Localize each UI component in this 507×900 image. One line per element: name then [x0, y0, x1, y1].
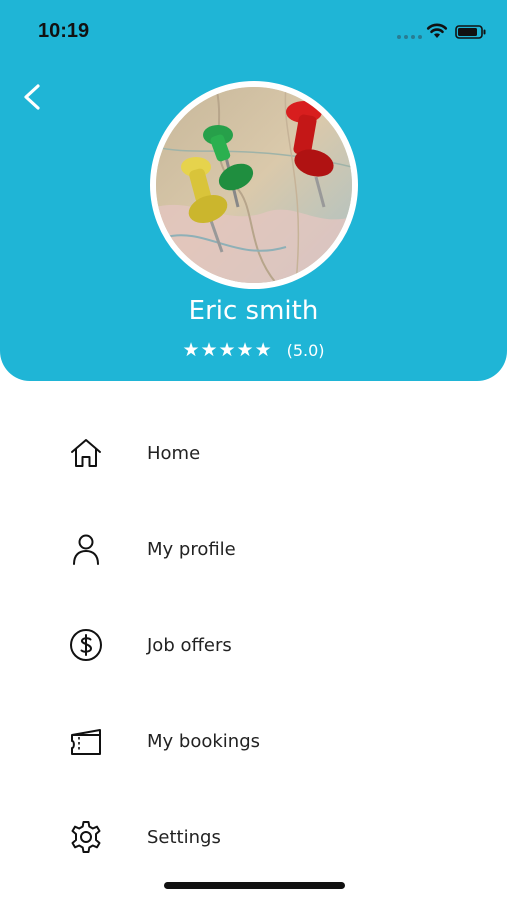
avatar-map-pins-image	[156, 87, 352, 283]
back-chevron-icon[interactable]	[18, 82, 48, 112]
menu-item-home[interactable]: Home	[0, 405, 507, 501]
home-indicator[interactable]	[164, 882, 345, 889]
rating-stars-icon: ★★★★★	[182, 339, 273, 361]
menu-item-label: My bookings	[147, 730, 260, 752]
menu-item-job-offers[interactable]: Job offers	[0, 597, 507, 693]
ticket-icon	[68, 723, 104, 759]
avatar[interactable]	[150, 81, 358, 289]
cellular-signal-icon	[397, 35, 422, 39]
user-icon	[68, 531, 104, 567]
menu-item-my-profile[interactable]: My profile	[0, 501, 507, 597]
status-bar: 10:19	[0, 0, 507, 62]
status-time: 10:19	[38, 20, 90, 42]
menu-item-label: Home	[147, 442, 201, 464]
rating: ★★★★★ (5.0)	[0, 339, 507, 361]
profile-header: 10:19 Eric smith ★★★★★ (5.0)	[0, 0, 507, 381]
gear-icon	[68, 819, 104, 855]
menu-item-my-bookings[interactable]: My bookings	[0, 693, 507, 789]
menu-item-label: Job offers	[147, 634, 232, 656]
home-icon	[68, 435, 104, 471]
menu-item-label: My profile	[147, 538, 236, 560]
menu-list: Home My profile Job offers My bookings S…	[0, 405, 507, 885]
wifi-icon	[426, 23, 448, 38]
battery-icon	[455, 25, 486, 39]
menu-item-settings[interactable]: Settings	[0, 789, 507, 885]
user-name: Eric smith	[188, 296, 319, 326]
menu-item-label: Settings	[147, 826, 221, 848]
dollar-icon	[68, 627, 104, 663]
rating-value: (5.0)	[286, 340, 325, 360]
